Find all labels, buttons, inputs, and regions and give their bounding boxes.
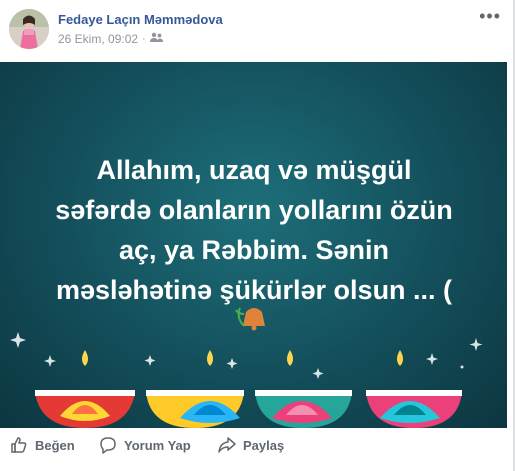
share-label: Paylaş bbox=[243, 437, 285, 453]
diya-lamp-4 bbox=[366, 350, 462, 428]
comment-button[interactable]: Yorum Yap bbox=[99, 436, 191, 454]
post-timestamp[interactable]: 26 Ekim, 09:02 bbox=[58, 32, 138, 46]
diya-lamp-3 bbox=[255, 350, 352, 428]
more-options-icon[interactable]: ••• bbox=[479, 6, 501, 27]
share-arrow-icon bbox=[218, 436, 236, 454]
comment-label: Yorum Yap bbox=[124, 437, 191, 453]
post-actions-bar: Beğen Yorum Yap Paylaş bbox=[0, 428, 513, 464]
speech-bubble-icon bbox=[99, 436, 117, 454]
thumbs-up-icon bbox=[10, 436, 28, 454]
meta-separator: · bbox=[142, 33, 146, 45]
image-quote-text: Allahım, uzaq və müşgül səfərdə olanları… bbox=[34, 150, 474, 310]
like-label: Beğen bbox=[35, 437, 75, 453]
like-button[interactable]: Beğen bbox=[10, 436, 75, 454]
avatar-photo bbox=[9, 9, 49, 49]
quote-line-4: məsləhətinə şükürlər olsun ... ( bbox=[55, 275, 453, 305]
bell-with-flower-icon bbox=[235, 307, 265, 331]
post-card: Fedaye Laçın Məmmədova 26 Ekim, 09:02 · … bbox=[0, 0, 515, 471]
diya-lamp-2 bbox=[146, 350, 244, 428]
quote-line-2: səfərdə olanların yollarını özün bbox=[55, 195, 453, 225]
quote-line-1: Allahım, uzaq və müşgül bbox=[96, 155, 412, 185]
friends-icon[interactable] bbox=[149, 32, 163, 46]
post-header: Fedaye Laçın Məmmədova 26 Ekim, 09:02 · … bbox=[0, 0, 513, 62]
share-button[interactable]: Paylaş bbox=[218, 436, 284, 454]
post-image[interactable]: Allahım, uzaq və müşgül səfərdə olanları… bbox=[0, 62, 507, 428]
post-meta: 26 Ekim, 09:02 · bbox=[58, 32, 163, 46]
avatar[interactable] bbox=[9, 9, 49, 49]
quote-line-3: aç, ya Rəbbim. Sənin bbox=[118, 235, 390, 265]
author-name[interactable]: Fedaye Laçın Məmmədova bbox=[58, 12, 223, 27]
